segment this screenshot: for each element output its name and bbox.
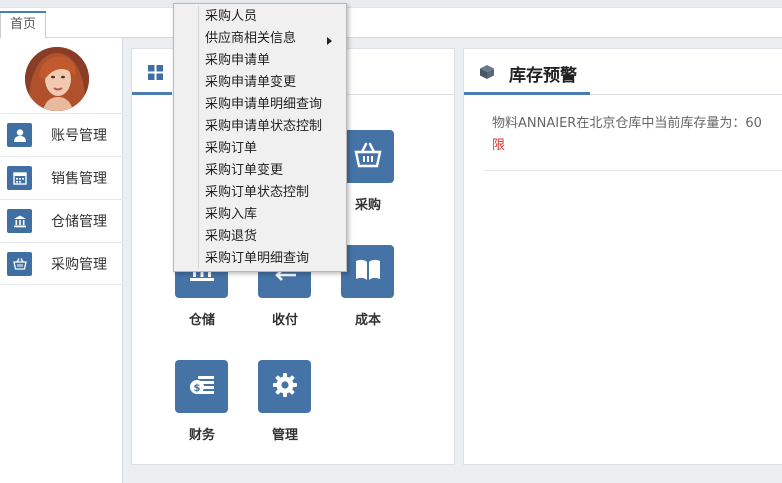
- sidebar-item-purchase[interactable]: 采购管理: [0, 242, 123, 285]
- inventory-warning-title: 库存预警: [509, 66, 577, 86]
- module-cost-label: 成本: [354, 313, 381, 328]
- menu-item-purchase-inbound[interactable]: 采购入库: [205, 204, 257, 226]
- bank-icon: [7, 209, 32, 233]
- module-payment-label: 收付: [271, 313, 298, 328]
- module-manage-tile[interactable]: [258, 360, 311, 413]
- sidebar-item-warehouse[interactable]: 仓储管理: [0, 199, 123, 242]
- menu-item-purchase-return[interactable]: 采购退货: [205, 226, 257, 248]
- header-underline: [464, 92, 590, 95]
- menu-gutter: [198, 6, 199, 269]
- inventory-warning-header: 库存预警: [464, 49, 782, 95]
- menu-item-purchase-order-status[interactable]: 采购订单状态控制: [205, 182, 309, 204]
- module-finance-tile[interactable]: $: [175, 360, 228, 413]
- grid-icon: [148, 65, 163, 84]
- module-cost-tile[interactable]: [341, 245, 394, 298]
- purchase-context-menu: 采购人员 供应商相关信息 采购申请单 采购申请单变更 采购申请单明细查询 采购申…: [173, 3, 347, 272]
- menu-item-purchasers[interactable]: 采购人员: [205, 6, 257, 28]
- basket-icon: [354, 142, 382, 172]
- sidebar-item-label: 仓储管理: [51, 214, 107, 230]
- tab-home[interactable]: 首页: [0, 11, 46, 38]
- module-manage-label: 管理: [271, 428, 298, 443]
- menu-item-purchase-request-detail[interactable]: 采购申请单明细查询: [205, 94, 322, 116]
- menu-item-purchase-order-detail[interactable]: 采购订单明细查询: [205, 248, 309, 270]
- calendar-icon: [7, 166, 32, 190]
- money-icon: $: [188, 372, 216, 402]
- avatar[interactable]: [25, 47, 89, 111]
- submenu-arrow-icon: [327, 37, 332, 45]
- header-underline: [132, 92, 172, 95]
- menu-item-purchase-request-change[interactable]: 采购申请单变更: [205, 72, 296, 94]
- menu-item-supplier-info[interactable]: 供应商相关信息: [205, 28, 296, 50]
- basket-icon: [7, 251, 32, 276]
- sidebar-item-label: 账号管理: [51, 128, 107, 144]
- user-icon: [7, 123, 32, 147]
- top-strip: [0, 0, 782, 8]
- sidebar-item-sales[interactable]: 销售管理: [0, 156, 123, 199]
- module-warehouse-label: 仓储: [188, 313, 215, 328]
- sidebar-item-account[interactable]: 账号管理: [0, 113, 123, 156]
- book-icon: [354, 257, 382, 287]
- gear-icon: [272, 372, 298, 402]
- divider: [484, 170, 782, 171]
- menu-item-purchase-request[interactable]: 采购申请单: [205, 50, 270, 72]
- cube-icon: [479, 64, 495, 84]
- sidebar-item-label: 采购管理: [51, 256, 107, 273]
- svg-text:$: $: [193, 383, 200, 394]
- inventory-warning-tail: 限: [492, 138, 506, 153]
- menu-item-purchase-order-change[interactable]: 采购订单变更: [205, 160, 283, 182]
- sidebar-item-label: 销售管理: [51, 171, 107, 187]
- inventory-warning-panel: 库存预警 物料ANNAIER在北京仓库中当前库存量为：60 限: [463, 48, 782, 465]
- module-purchase-tile[interactable]: [341, 130, 394, 183]
- module-finance-label: 财务: [188, 428, 215, 443]
- menu-item-purchase-request-status[interactable]: 采购申请单状态控制: [205, 116, 322, 138]
- sidebar: 账号管理 销售管理 仓储管理 采购管理: [0, 38, 123, 483]
- tab-bar: 首页: [0, 8, 782, 38]
- inventory-warning-message[interactable]: 物料ANNAIER在北京仓库中当前库存量为：60: [492, 113, 782, 135]
- menu-item-purchase-order[interactable]: 采购订单: [205, 138, 257, 160]
